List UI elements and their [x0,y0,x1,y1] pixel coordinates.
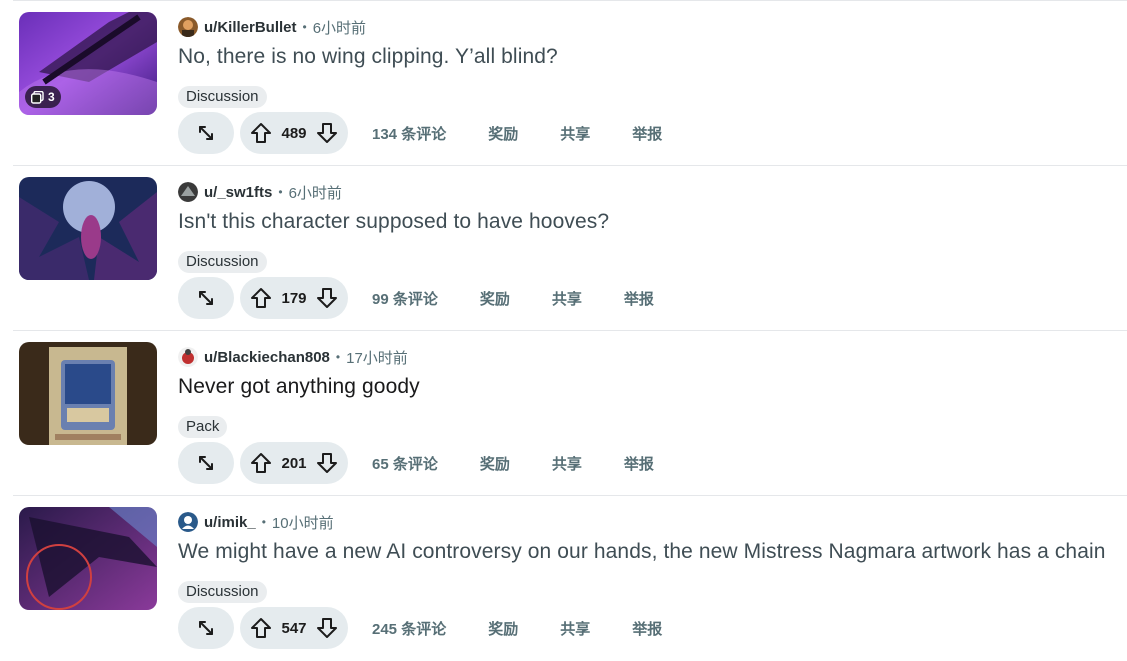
comments-button[interactable]: 99 条评论 [372,288,438,309]
separator-dot: • [335,350,341,364]
post-title[interactable]: Never got anything goody [178,375,420,399]
post-time: 10小时前 [271,514,334,532]
report-button[interactable]: 举报 [632,618,662,639]
comments-button[interactable]: 134 条评论 [372,123,446,144]
post-thumbnail[interactable] [19,507,157,610]
vote-count: 489 [281,124,307,142]
post-card[interactable]: u/_sw1fts • 6小时前 Isn't this character su… [0,165,1127,330]
divider [13,330,1127,331]
flair-tag[interactable]: Discussion [178,86,267,108]
vote-control: 489 [240,112,348,154]
post-card[interactable]: 3 u/KillerBullet • 6小时前 No, there is no … [0,0,1127,165]
post-thumbnail[interactable]: 3 [19,12,157,115]
expand-icon [197,289,215,307]
share-button[interactable]: 共享 [552,288,582,309]
gallery-count-badge: 3 [25,86,61,108]
expand-icon [197,619,215,637]
flair-tag[interactable]: Discussion [178,581,267,603]
post-actions: 179 99 条评论 奖励 共享 举报 [178,277,654,319]
separator-dot: • [261,515,266,529]
post-title[interactable]: Isn't this character supposed to have ho… [178,210,609,234]
post-time: 6小时前 [288,184,342,202]
expand-icon [197,454,215,472]
post-title[interactable]: We might have a new AI controversy on ou… [178,540,1106,564]
downvote-icon[interactable] [316,122,338,144]
divider [13,165,1127,166]
gallery-icon [31,90,44,104]
report-button[interactable]: 举报 [632,123,662,144]
vote-control: 547 [240,607,348,649]
avatar[interactable] [178,512,198,532]
separator-dot: • [278,185,283,199]
report-button[interactable]: 举报 [624,288,654,309]
post-time: 6小时前 [312,19,367,37]
post-actions: 201 65 条评论 奖励 共享 举报 [178,442,654,484]
divider [13,495,1127,496]
comments-button[interactable]: 245 条评论 [372,618,446,639]
post-thumbnail[interactable] [19,342,157,445]
username-link[interactable]: u/imik_ [204,514,256,531]
report-button[interactable]: 举报 [624,453,654,474]
username-link[interactable]: u/_sw1fts [204,184,272,201]
post-title[interactable]: No, there is no wing clipping. Y’all bli… [178,45,558,69]
post-card[interactable]: u/imik_ • 10小时前 We might have a new AI c… [0,495,1127,660]
separator-dot: • [302,20,307,34]
award-button[interactable]: 奖励 [488,618,518,639]
post-actions: 547 245 条评论 奖励 共享 举报 [178,607,662,649]
post-actions: 489 134 条评论 奖励 共享 举报 [178,112,662,154]
award-button[interactable]: 奖励 [480,453,510,474]
upvote-icon[interactable] [250,122,272,144]
downvote-icon[interactable] [316,452,338,474]
post-time: 17小时前 [346,349,408,367]
award-button[interactable]: 奖励 [480,288,510,309]
share-button[interactable]: 共享 [552,453,582,474]
expand-button[interactable] [178,277,234,319]
avatar[interactable] [178,347,198,367]
downvote-icon[interactable] [316,617,338,639]
comments-button[interactable]: 65 条评论 [372,453,438,474]
expand-button[interactable] [178,442,234,484]
post-meta: u/Blackiechan808 • 17小时前 [178,347,408,367]
avatar[interactable] [178,17,198,37]
vote-control: 179 [240,277,348,319]
post-meta: u/_sw1fts • 6小时前 [178,182,342,202]
flair-tag[interactable]: Discussion [178,251,267,273]
flair-tag[interactable]: Pack [178,416,228,438]
expand-icon [197,124,215,142]
avatar[interactable] [178,182,198,202]
post-card[interactable]: u/Blackiechan808 • 17小时前 Never got anyth… [0,330,1127,495]
share-button[interactable]: 共享 [560,123,590,144]
divider [13,0,1127,1]
gallery-count: 3 [48,90,55,104]
expand-button[interactable] [178,607,234,649]
vote-count: 201 [281,454,307,472]
post-meta: u/KillerBullet • 6小时前 [178,17,366,37]
share-button[interactable]: 共享 [560,618,590,639]
upvote-icon[interactable] [250,287,272,309]
award-button[interactable]: 奖励 [488,123,518,144]
upvote-icon[interactable] [250,452,272,474]
upvote-icon[interactable] [250,617,272,639]
username-link[interactable]: u/Blackiechan808 [204,349,330,366]
post-meta: u/imik_ • 10小时前 [178,512,334,532]
vote-control: 201 [240,442,348,484]
expand-button[interactable] [178,112,234,154]
username-link[interactable]: u/KillerBullet [204,19,297,36]
post-thumbnail[interactable] [19,177,157,280]
downvote-icon[interactable] [316,287,338,309]
vote-count: 547 [281,619,307,637]
vote-count: 179 [281,289,307,307]
